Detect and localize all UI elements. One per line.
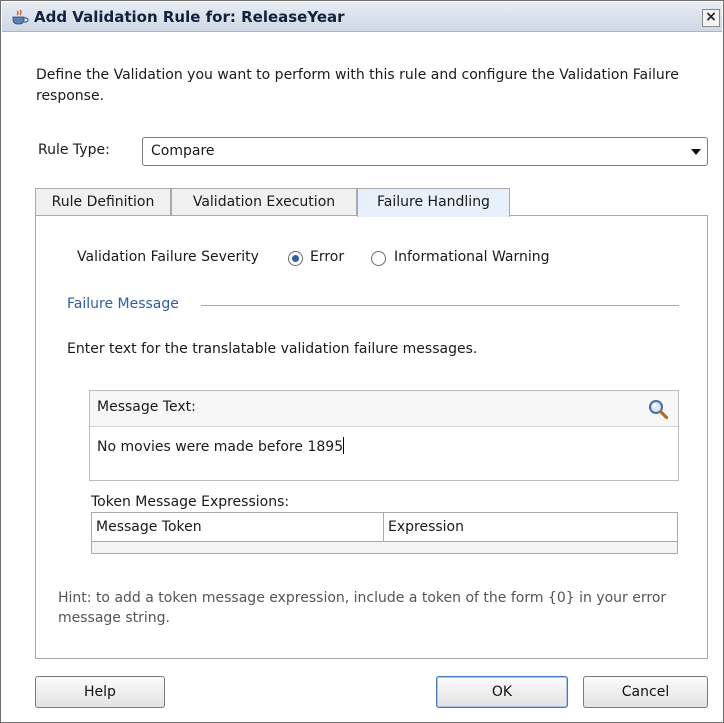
dialog-title: Add Validation Rule for: ReleaseYear [34,8,345,26]
chevron-down-icon [691,149,701,155]
rule-type-label: Rule Type: [38,142,110,158]
ok-button[interactable]: OK [436,676,568,708]
failure-message-section-title: Failure Message [67,296,179,312]
message-text-header: Message Text: [90,391,678,427]
add-validation-rule-dialog: Add Validation Rule for: ReleaseYear × D… [0,0,724,723]
intro-text: Define the Validation you want to perfor… [36,67,679,104]
message-text-input[interactable]: No movies were made before 1895 [97,437,345,455]
tab-rule-definition[interactable]: Rule Definition [35,188,171,216]
hint-text: Hint: to add a token message expression,… [58,590,667,626]
token-expressions-table[interactable]: Message Token Expression [91,512,678,554]
java-cup-icon [12,9,29,25]
message-text-box: Message Text: No movies were made before… [89,390,679,481]
cancel-button[interactable]: Cancel [583,676,708,708]
title-bar[interactable]: Add Validation Rule for: ReleaseYear × [2,2,722,32]
severity-label: Validation Failure Severity [77,249,259,265]
rule-type-value: Compare [151,143,215,159]
message-text-label: Message Text: [97,399,196,415]
radio-selected-dot [292,255,299,262]
column-header-message-token[interactable]: Message Token [92,513,384,542]
column-header-expression[interactable]: Expression [384,513,677,542]
error-radio[interactable] [288,251,303,266]
section-divider [201,305,679,306]
informational-warning-radio-label[interactable]: Informational Warning [394,249,550,265]
close-button[interactable]: × [702,9,720,27]
message-text-value: No movies were made before 1895 [97,439,344,455]
error-radio-label[interactable]: Error [310,249,344,265]
tab-failure-handling[interactable]: Failure Handling [357,188,510,217]
tab-validation-execution[interactable]: Validation Execution [171,188,357,216]
search-icon[interactable] [647,398,669,420]
rule-type-select[interactable]: Compare [142,137,708,166]
help-button[interactable]: Help [35,676,165,708]
informational-warning-radio[interactable] [371,251,386,266]
text-caret [343,437,345,454]
token-expressions-label: Token Message Expressions: [91,494,290,510]
instructions-text: Enter text for the translatable validati… [67,341,478,357]
